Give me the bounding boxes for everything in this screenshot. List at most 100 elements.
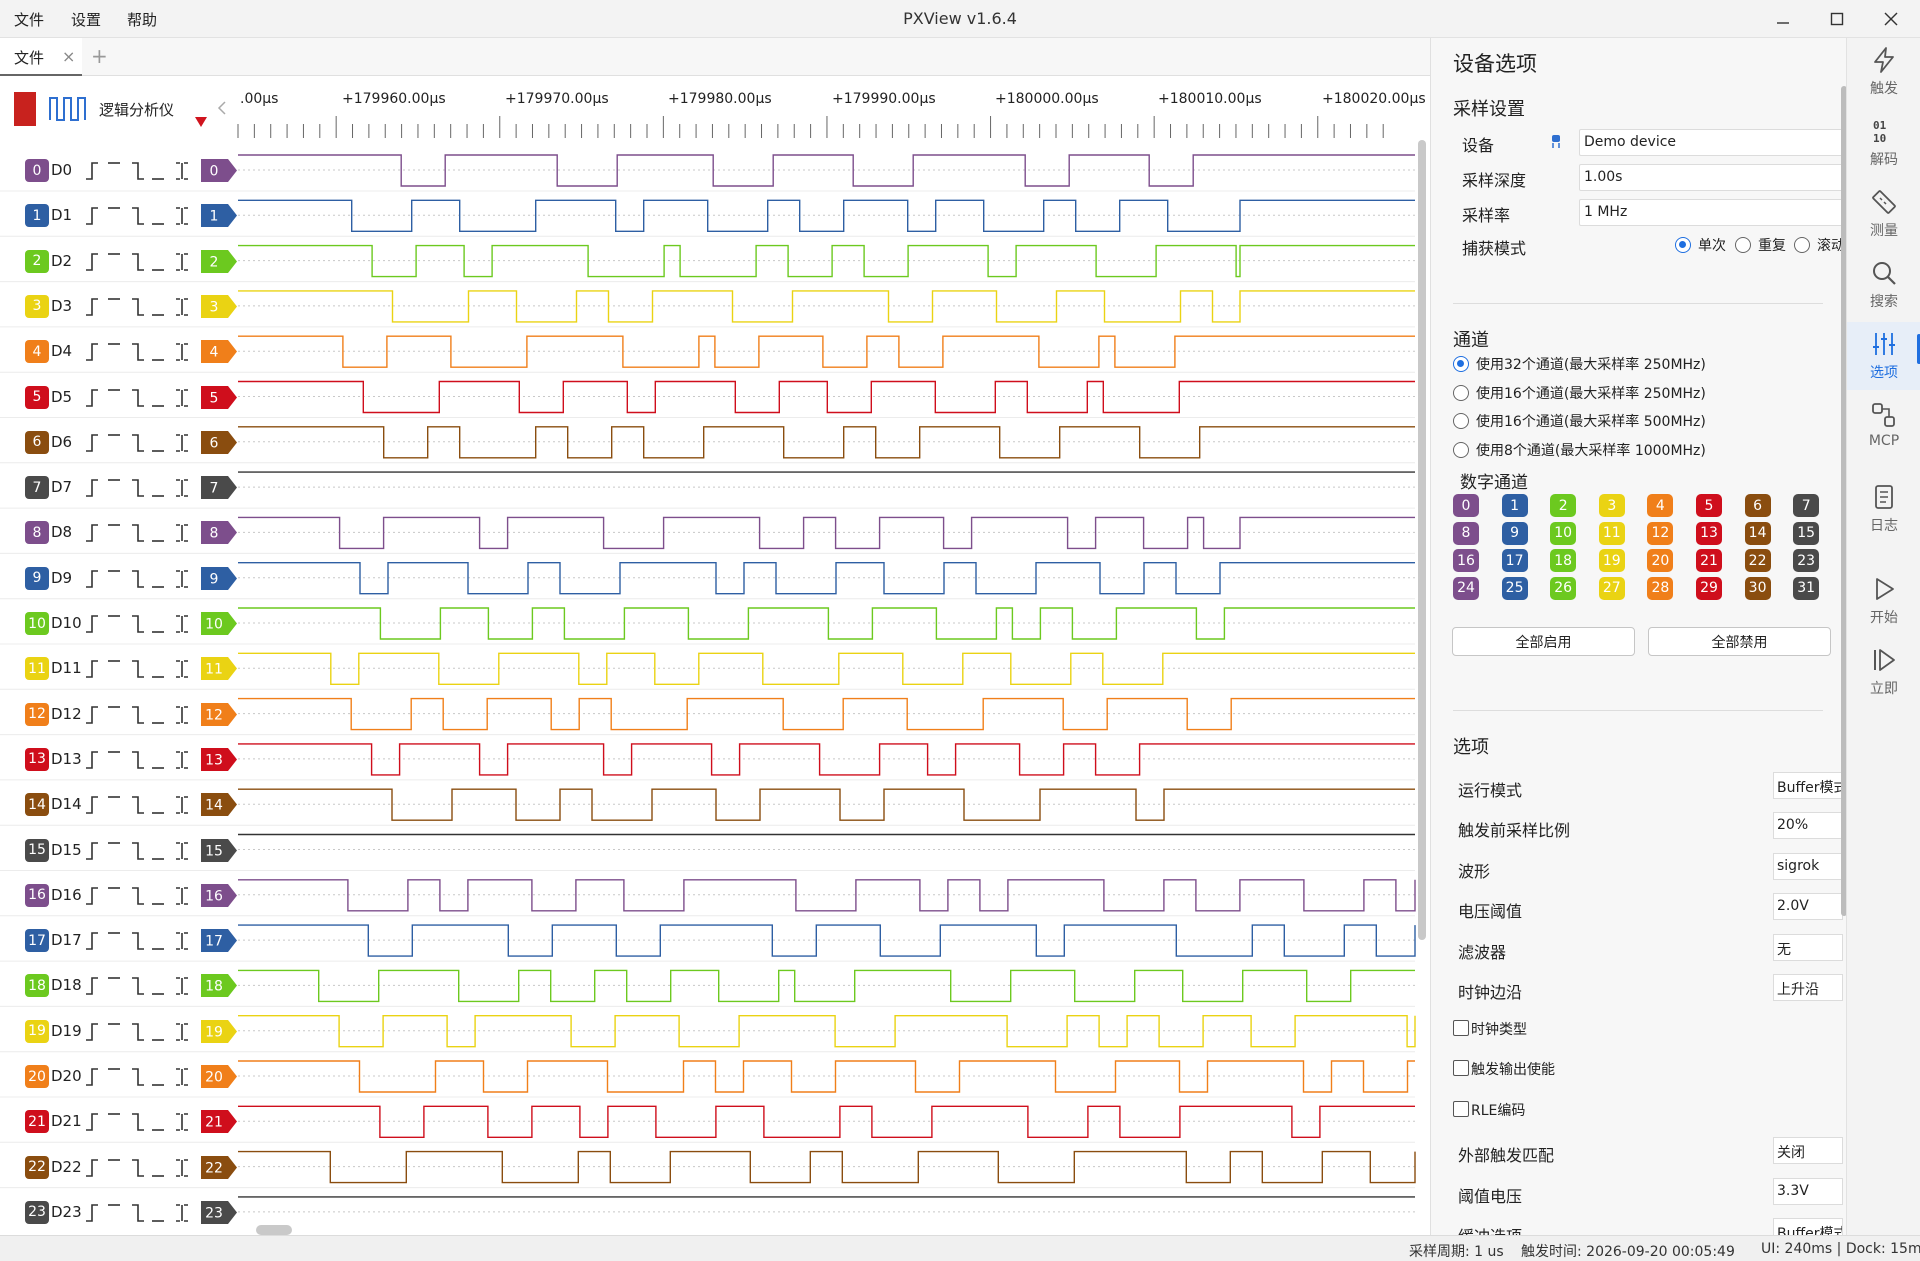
trigger-type-icons[interactable]	[84, 160, 196, 182]
buffer-option-select[interactable]: Buffer模式	[1773, 1218, 1843, 1235]
time-ruler[interactable]: .00µs +179960.00µs +179970.00µs +179980.…	[236, 76, 1426, 138]
tool-log[interactable]: 日志	[1847, 475, 1920, 543]
trigger-type-icons[interactable]	[84, 1157, 196, 1179]
trigger-type-icons[interactable]	[84, 613, 196, 635]
tool-options[interactable]: 选项	[1847, 322, 1920, 390]
channel-flag[interactable]: 6	[201, 430, 237, 454]
channel-badge[interactable]: 15	[25, 838, 49, 862]
digital-channel-chip[interactable]: 22	[1744, 549, 1771, 572]
channel-mode-radio[interactable]	[1453, 442, 1469, 458]
digital-channel-chip[interactable]: 11	[1598, 521, 1625, 545]
digital-channel-chip[interactable]: 5	[1696, 494, 1722, 517]
device-icon[interactable]	[1549, 133, 1563, 149]
tool-instant[interactable]: 立即	[1847, 638, 1920, 706]
channel-badge[interactable]: 8	[25, 521, 49, 545]
channel-badge[interactable]: 19	[25, 1019, 49, 1043]
channel-badge[interactable]: 20	[25, 1065, 49, 1088]
digital-channel-chip[interactable]: 19	[1598, 549, 1625, 572]
digital-channel-chip[interactable]: 4	[1647, 494, 1674, 517]
channel-name[interactable]: D21	[51, 1112, 82, 1130]
channel-name[interactable]: D11	[51, 659, 82, 677]
tool-start[interactable]: 开始	[1847, 567, 1920, 635]
digital-channel-chip[interactable]: 27	[1598, 576, 1625, 600]
mode-label[interactable]: 逻辑分析仪	[99, 99, 174, 120]
channel-flag[interactable]: 11	[201, 657, 237, 681]
channel-name[interactable]: D1	[51, 206, 72, 224]
tool-trigger[interactable]: 触发	[1847, 38, 1920, 106]
channel-badge[interactable]: 7	[25, 476, 49, 500]
channel-name[interactable]: D0	[51, 161, 72, 179]
minimize-button[interactable]	[1758, 0, 1808, 38]
digital-channel-chip[interactable]: 20	[1647, 549, 1674, 572]
trigger-type-icons[interactable]	[84, 840, 196, 862]
digital-channel-chip[interactable]: 0	[1453, 494, 1479, 517]
threshold-voltage-select[interactable]: 3.3V	[1773, 1178, 1843, 1205]
channel-name[interactable]: D15	[51, 841, 82, 859]
vertical-scrollbar[interactable]	[1418, 140, 1426, 940]
channel-badge[interactable]: 22	[25, 1155, 49, 1179]
channel-badge[interactable]: 3	[25, 294, 49, 318]
stop-button[interactable]	[14, 92, 36, 126]
clock-edge-select[interactable]: 上升沿	[1773, 974, 1843, 1001]
channel-flag[interactable]: 15	[201, 838, 237, 862]
channel-flag[interactable]: 17	[201, 929, 237, 953]
channel-flag[interactable]: 2	[201, 249, 237, 273]
channel-flag[interactable]: 9	[201, 566, 237, 590]
channel-name[interactable]: D3	[51, 297, 72, 315]
trigger-type-icons[interactable]	[84, 477, 196, 499]
channel-flag[interactable]: 10	[201, 612, 237, 635]
tool-measure[interactable]: 测量	[1847, 180, 1920, 248]
channel-name[interactable]: D18	[51, 976, 82, 994]
channel-flag[interactable]: 21	[201, 1110, 237, 1134]
tool-decode[interactable]: 01 10 解码	[1847, 109, 1920, 177]
channel-name[interactable]: D5	[51, 388, 72, 406]
channel-name[interactable]: D10	[51, 614, 82, 632]
enable-all-button[interactable]: 全部启用	[1452, 627, 1635, 656]
channel-badge[interactable]: 23	[25, 1200, 49, 1224]
trigger-type-icons[interactable]	[84, 794, 196, 816]
add-tab-icon[interactable]: +	[91, 44, 108, 68]
trigger-type-icons[interactable]	[84, 296, 196, 318]
pretrigger-spinbox[interactable]: 20%	[1773, 812, 1843, 839]
channel-badge[interactable]: 4	[25, 340, 49, 364]
channel-badge[interactable]: 9	[25, 566, 49, 590]
caret-down-icon[interactable]	[194, 116, 208, 128]
menu-settings[interactable]: 设置	[71, 9, 101, 30]
voltage-threshold-spinbox[interactable]: 2.0V	[1773, 893, 1843, 920]
channel-flag[interactable]: 1	[201, 204, 237, 228]
channel-name[interactable]: D16	[51, 886, 82, 904]
trigger-type-icons[interactable]	[84, 341, 196, 363]
channel-name[interactable]: D2	[51, 252, 72, 270]
depth-select[interactable]: 1.00s	[1579, 164, 1844, 191]
channel-badge[interactable]: 21	[25, 1110, 49, 1134]
digital-channel-chip[interactable]: 30	[1744, 576, 1771, 600]
waveform-select[interactable]: sigrok	[1773, 853, 1843, 880]
channel-flag[interactable]: 14	[201, 793, 237, 817]
channel-flag[interactable]: 0	[201, 159, 237, 182]
channel-badge[interactable]: 12	[25, 702, 49, 726]
digital-channel-chip[interactable]: 16	[1453, 549, 1479, 572]
trigger-type-icons[interactable]	[84, 1066, 196, 1088]
digital-channel-chip[interactable]: 9	[1501, 521, 1528, 545]
maximize-button[interactable]	[1812, 0, 1862, 38]
channel-flag[interactable]: 13	[201, 747, 237, 771]
digital-channel-chip[interactable]: 10	[1550, 521, 1577, 545]
tool-search[interactable]: 搜索	[1847, 251, 1920, 319]
channel-flag[interactable]: 7	[201, 476, 237, 500]
channel-flag[interactable]: 16	[201, 883, 237, 907]
digital-channel-chip[interactable]: 14	[1744, 521, 1771, 545]
trigger-type-icons[interactable]	[84, 930, 196, 952]
channel-name[interactable]: D20	[51, 1067, 82, 1085]
channel-name[interactable]: D13	[51, 750, 82, 768]
trigger-type-icons[interactable]	[84, 749, 196, 771]
digital-channel-chip[interactable]: 17	[1501, 549, 1528, 572]
digital-channel-chip[interactable]: 6	[1744, 494, 1771, 517]
channel-badge[interactable]: 10	[25, 612, 49, 635]
channel-name[interactable]: D7	[51, 478, 72, 496]
channel-badge[interactable]: 2	[25, 249, 49, 273]
channel-name[interactable]: D8	[51, 523, 72, 541]
digital-channel-chip[interactable]: 8	[1453, 521, 1479, 545]
digital-channel-chip[interactable]: 13	[1696, 521, 1722, 545]
digital-channel-chip[interactable]: 21	[1696, 549, 1722, 572]
channel-flag[interactable]: 12	[201, 702, 237, 726]
